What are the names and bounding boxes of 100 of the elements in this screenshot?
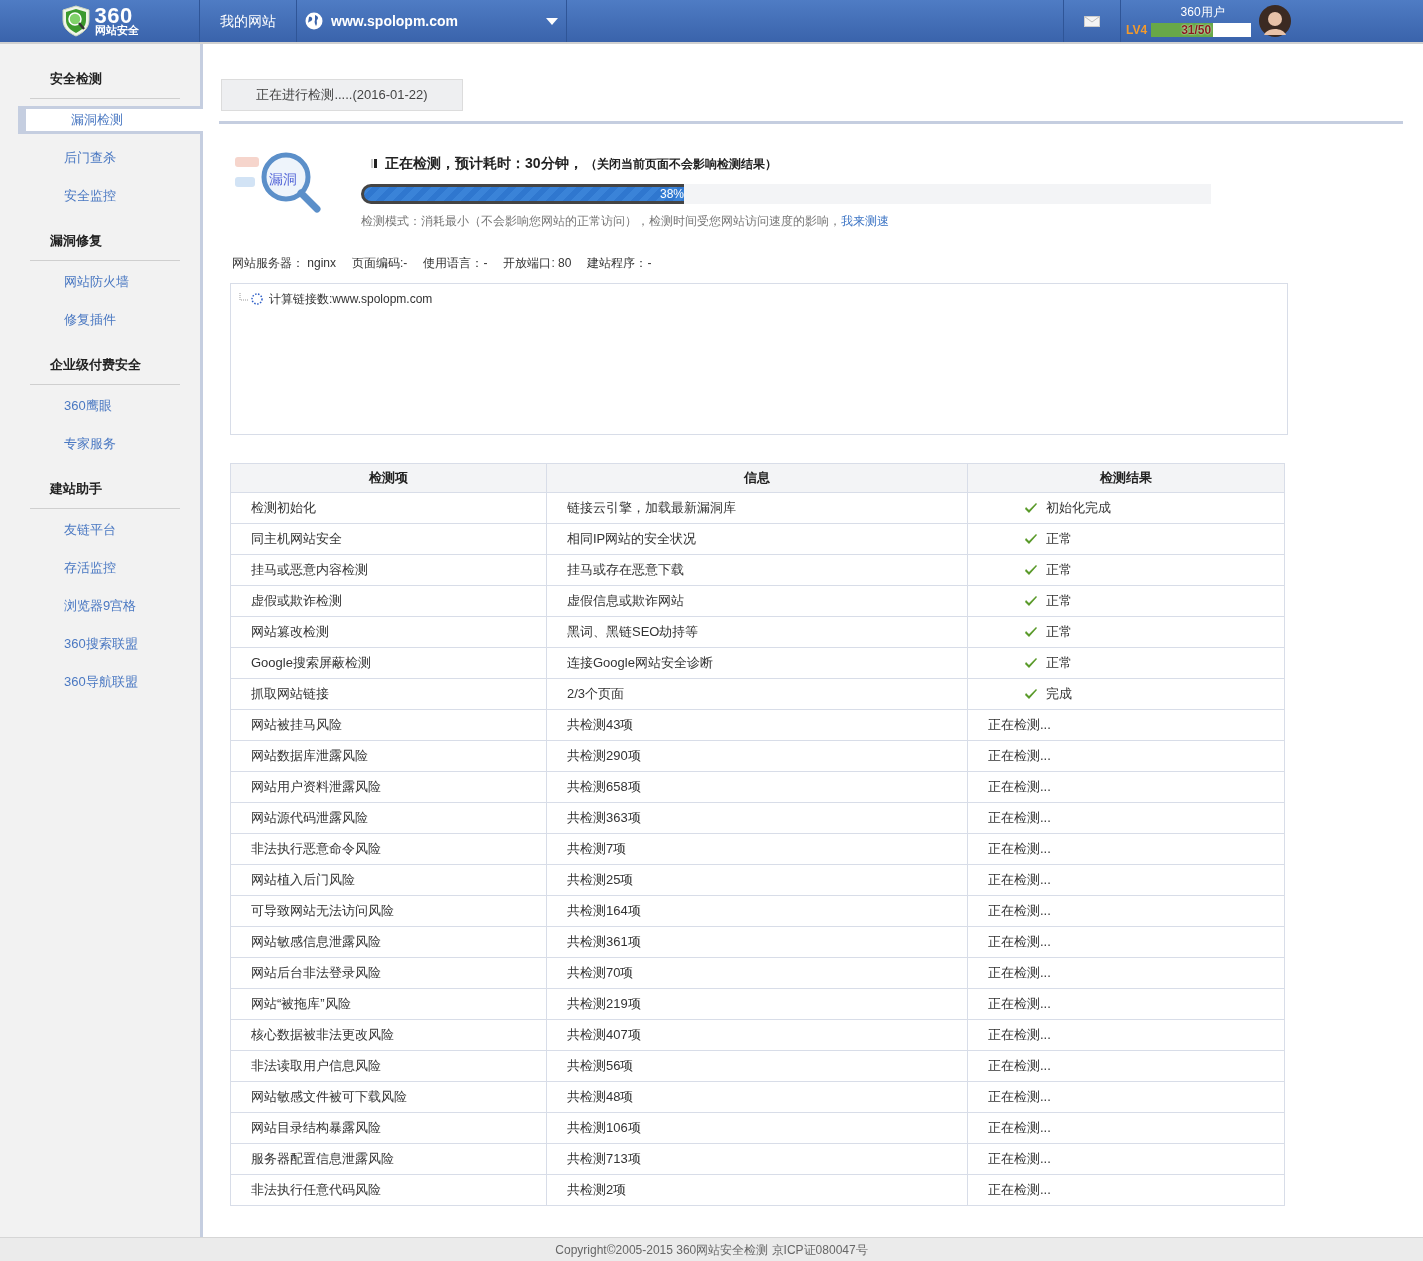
sidebar-item[interactable]: 专家服务 [0, 430, 200, 458]
table-cell: 网站数据库泄露风险 [230, 740, 547, 772]
table-cell: 共检测407项 [546, 1019, 968, 1051]
table-cell: 共检测25项 [546, 864, 968, 896]
table-cell: 网站植入后门风险 [230, 864, 547, 896]
table-cell: 共检测106项 [546, 1112, 968, 1144]
check-icon [1024, 533, 1038, 545]
result-text: 正常 [1046, 592, 1072, 611]
table-cell: 网站敏感信息泄露风险 [230, 926, 547, 958]
table-cell: 虚假或欺诈检测 [230, 585, 547, 617]
table-cell: 链接云引擎，加载最新漏洞库 [546, 492, 968, 524]
table-cell: 核心数据被非法更改风险 [230, 1019, 547, 1051]
result-text: 正常 [1046, 654, 1072, 673]
section-heading: 安全检测 [50, 70, 102, 89]
sidebar-item[interactable]: 漏洞检测 [18, 106, 203, 134]
result-text: 正在检测... [988, 903, 1051, 919]
table-cell: 连接Google网站安全诊断 [546, 647, 968, 679]
table-cell: 非法执行任意代码风险 [230, 1174, 547, 1206]
table-cell: 共检测363项 [546, 802, 968, 834]
result-text: 初始化完成 [1046, 499, 1111, 518]
result-text: 正在检测... [988, 965, 1051, 981]
check-icon [1024, 688, 1038, 700]
table-cell: 2/3个页面 [546, 678, 968, 710]
result-text: 正在检测... [988, 810, 1051, 826]
site-dropdown[interactable]: www.spolopm.com [297, 0, 567, 42]
sidebar-item[interactable]: 360鹰眼 [0, 392, 200, 420]
sidebar-item[interactable]: 存活监控 [0, 554, 200, 582]
table-cell: 挂马或存在恶意下载 [546, 554, 968, 586]
site-info-text: 建站程序：- [587, 255, 652, 272]
status-tab[interactable]: 正在进行检测.....(2016-01-22) [221, 79, 463, 111]
table-cell: 网站后台非法登录风险 [230, 957, 547, 989]
mail-icon[interactable] [1084, 15, 1100, 27]
table-cell: 网站敏感文件被可下载风险 [230, 1081, 547, 1113]
result-text: 正在检测... [988, 1120, 1051, 1136]
table-cell: 非法执行恶意命令风险 [230, 833, 547, 865]
table-cell: 共检测164项 [546, 895, 968, 927]
site-info-text: 使用语言：- [423, 255, 488, 272]
result-text: 正在检测... [988, 1027, 1051, 1043]
site-info-text: 页面编码:- [352, 255, 408, 272]
result-text: 正在检测... [988, 1058, 1051, 1074]
speed-test-link[interactable]: 我来测速 [841, 212, 889, 230]
shield-logo-icon [60, 5, 91, 37]
progress-fill: 38% [361, 184, 684, 204]
avatar-icon[interactable] [1259, 5, 1292, 37]
table-cell: 网站篡改检测 [230, 616, 547, 648]
table-cell: 相同IP网站的安全状况 [546, 523, 968, 555]
result-text: 正在检测... [988, 779, 1051, 795]
check-icon [1024, 657, 1038, 669]
table-cell: 检测初始化 [230, 492, 547, 524]
result-text: 正在检测... [988, 1089, 1051, 1105]
sidebar-item[interactable]: 安全监控 [0, 182, 200, 210]
result-text: 正在检测... [988, 934, 1051, 950]
scan-note: （关闭当前页面不会影响检测结果） [584, 155, 777, 173]
table-cell: 共检测2项 [546, 1174, 968, 1206]
table-cell: 挂马或恶意内容检测 [230, 554, 547, 586]
table-cell: 共检测290项 [546, 740, 968, 772]
sidebar-item[interactable]: 360搜索联盟 [0, 630, 200, 658]
check-icon [1024, 502, 1038, 514]
result-text: 正在检测... [988, 748, 1051, 764]
pause-icon [371, 159, 377, 168]
table-cell: 共检测713项 [546, 1143, 968, 1175]
my-sites-link[interactable]: 我的网站 [200, 0, 297, 42]
sidebar-item[interactable]: 修复插件 [0, 306, 200, 334]
table-cell: 服务器配置信息泄露风险 [230, 1143, 547, 1175]
table-cell: 共检测658项 [546, 771, 968, 803]
log-entry: 计算链接数:www.spolopm.com [269, 291, 433, 308]
result-text: 正在检测... [988, 717, 1051, 733]
site-info-text: 开放端口: 80 [503, 255, 572, 272]
result-text: 完成 [1046, 685, 1072, 704]
username[interactable]: 360用户 [1180, 3, 1225, 21]
logo-text: 360 [94, 6, 133, 25]
table-cell: 网站被挂马风险 [230, 709, 547, 741]
table-cell: 共检测7项 [546, 833, 968, 865]
table-cell: 网站源代码泄露风险 [230, 802, 547, 834]
sidebar-item[interactable]: 后门查杀 [0, 144, 200, 172]
table-cell: 非法读取用户信息风险 [230, 1050, 547, 1082]
column-header: 检测结果 [967, 463, 1285, 493]
table-cell: 共检测361项 [546, 926, 968, 958]
result-text: 正在检测... [988, 841, 1051, 857]
check-icon [1024, 626, 1038, 638]
table-cell: 抓取网站链接 [230, 678, 547, 710]
table-cell: 共检测219项 [546, 988, 968, 1020]
result-text: 正常 [1046, 623, 1072, 642]
scan-status: 正在检测，预计耗时：30分钟， [385, 154, 583, 173]
table-cell: 共检测48项 [546, 1081, 968, 1113]
result-text: 正在检测... [988, 1182, 1051, 1198]
sidebar-item[interactable]: 网站防火墙 [0, 268, 200, 296]
table-cell: 共检测70项 [546, 957, 968, 989]
illustration-label: 漏洞 [269, 170, 297, 189]
sidebar-item[interactable]: 浏览器9宫格 [0, 592, 200, 620]
column-header: 检测项 [230, 463, 547, 493]
caret-icon [546, 17, 558, 25]
table-cell: 黑词、黑链SEO劫持等 [546, 616, 968, 648]
result-text: 正常 [1046, 530, 1072, 549]
copyright-text: Copyright©2005-2015 360网站安全检测 京ICP证080047号 [555, 1241, 868, 1259]
globe-icon [305, 12, 323, 30]
table-cell: 共检测43项 [546, 709, 968, 741]
sidebar-item[interactable]: 360导航联盟 [0, 668, 200, 696]
table-cell: 网站目录结构暴露风险 [230, 1112, 547, 1144]
sidebar-item[interactable]: 友链平台 [0, 516, 200, 544]
